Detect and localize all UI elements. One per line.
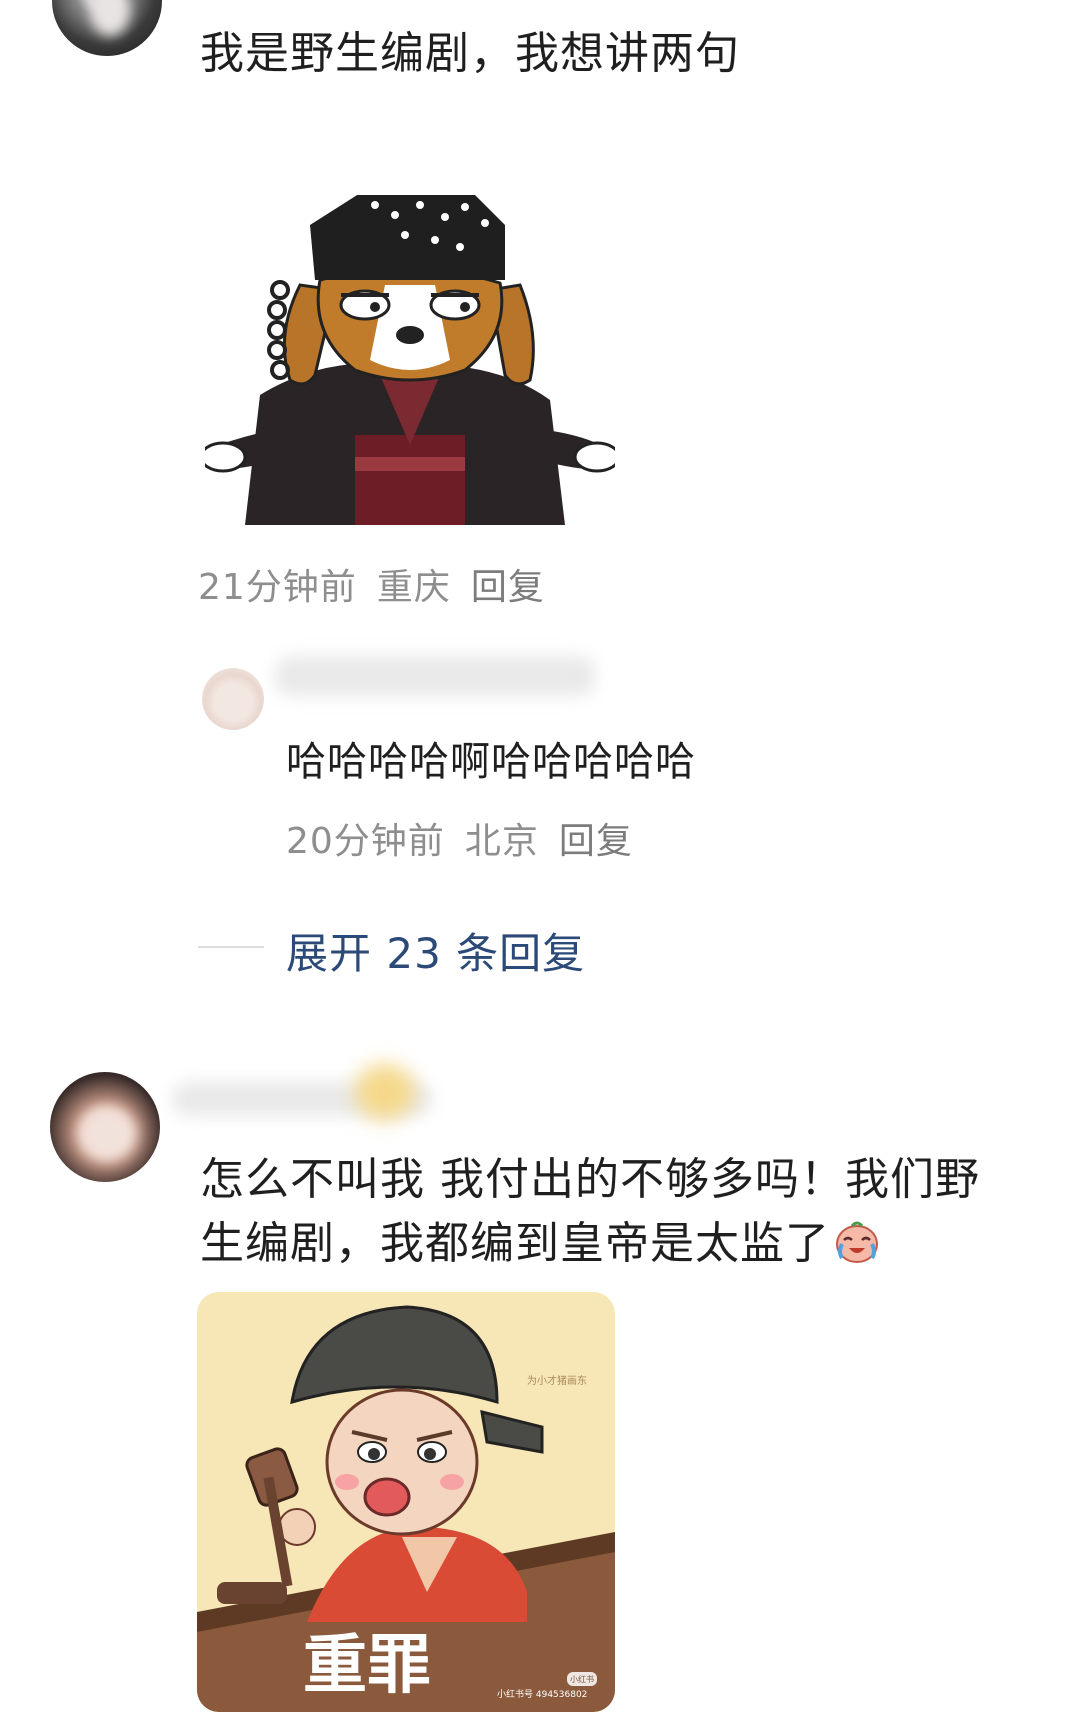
comment-text: 怎么不叫我 我付出的不够多吗！我们野 生编剧，我都编到皇帝是太监了 [200, 1148, 1050, 1276]
user-badge-blurred [355, 1064, 415, 1120]
comment-location: 重庆 [376, 567, 451, 608]
comment-text: 我是野生编剧，我想讲两句 [200, 28, 740, 79]
expand-replies-link[interactable]: 展开 23 条回复 [286, 920, 585, 981]
judge-emperor-sticker[interactable]: 重罪 为小才猪画东 小红书 小红书号 494536802 [197, 1292, 615, 1712]
reply-text: 哈哈哈哈啊哈哈哈哈哈 [286, 739, 696, 785]
sticker-watermark-top: 为小才猪画东 [527, 1374, 587, 1387]
comment-meta: 21分钟前 重庆 回复 [198, 558, 565, 610]
reply-meta: 20分钟前 北京 回复 [286, 812, 653, 864]
comment-text-line: 生编剧，我都编到皇帝是太监了 [200, 1212, 1050, 1276]
sticker-watermark-bottom: 小红书号 494536802 [497, 1688, 587, 1700]
expand-divider [198, 946, 264, 948]
reply-button[interactable]: 回复 [559, 821, 633, 862]
reply-username-blurred[interactable] [275, 656, 595, 696]
reply-time: 20分钟前 [286, 821, 445, 862]
sticker-caption: 重罪 [303, 1629, 431, 1703]
reply-user-avatar[interactable] [202, 668, 264, 730]
reply-location: 北京 [464, 821, 539, 862]
user-avatar[interactable] [52, 0, 162, 56]
sticker-watermark-badge: 小红书 [570, 1674, 594, 1684]
comment-text-line: 怎么不叫我 我付出的不够多吗！我们野 [200, 1154, 980, 1205]
comment-time: 21分钟前 [198, 567, 357, 608]
judge-dog-sticker-icon[interactable] [205, 195, 615, 525]
laughing-crying-emoji-icon [836, 1221, 878, 1263]
user-avatar[interactable] [50, 1072, 160, 1182]
reply-button[interactable]: 回复 [471, 567, 545, 608]
